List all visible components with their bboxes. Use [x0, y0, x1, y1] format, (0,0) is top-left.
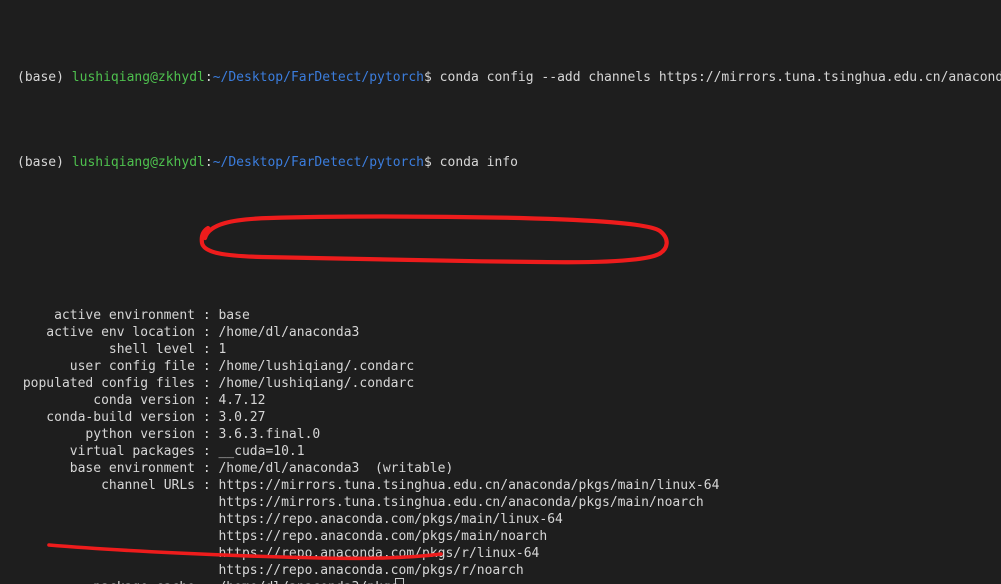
command-text-conda-info: conda info: [432, 155, 518, 170]
conda-info-value: /home/lushiqiang/.condarc: [218, 376, 414, 391]
conda-info-separator: [195, 512, 218, 527]
prompt-dollar: $: [424, 70, 432, 85]
conda-info-separator: :: [195, 478, 218, 493]
conda-info-separator: [195, 495, 218, 510]
command-line-1: (base) lushiqiang@zkhydl:~/Desktop/FarDe…: [17, 69, 1001, 86]
conda-info-separator: :: [195, 342, 218, 357]
conda-info-row: https://repo.anaconda.com/pkgs/main/linu…: [17, 511, 1001, 528]
conda-info-output: active environment : baseactive env loca…: [17, 307, 1001, 584]
conda-info-separator: :: [195, 325, 218, 340]
conda-info-row: https://repo.anaconda.com/pkgs/r/linux-6…: [17, 545, 1001, 562]
conda-info-key: populated config files: [17, 375, 195, 392]
conda-info-separator: :: [195, 444, 218, 459]
command-text-conda-config: conda config --add channels https://mirr…: [432, 70, 1001, 85]
conda-info-separator: :: [195, 427, 218, 442]
command-line-2: (base) lushiqiang@zkhydl:~/Desktop/FarDe…: [17, 154, 1001, 171]
conda-info-value: /home/dl/anaconda3: [218, 325, 359, 340]
conda-info-value: https://mirrors.tuna.tsinghua.edu.cn/ana…: [218, 478, 719, 493]
conda-info-value: https://mirrors.tuna.tsinghua.edu.cn/ana…: [218, 495, 703, 510]
conda-info-separator: :: [195, 461, 218, 476]
prompt-env: (base): [17, 155, 72, 170]
conda-info-row: channel URLs : https://mirrors.tuna.tsin…: [17, 477, 1001, 494]
conda-info-key: conda-build version: [17, 409, 195, 426]
prompt-colon: :: [205, 155, 213, 170]
conda-info-row: active env location : /home/dl/anaconda3: [17, 324, 1001, 341]
conda-info-row: base environment : /home/dl/anaconda3 (w…: [17, 460, 1001, 477]
prompt-user-host: lushiqiang@zkhydl: [72, 155, 205, 170]
block-cursor: [395, 578, 404, 584]
conda-info-separator: :: [195, 359, 218, 374]
prompt-path: ~/Desktop/FarDetect/pytorch: [213, 155, 424, 170]
conda-info-row: https://repo.anaconda.com/pkgs/main/noar…: [17, 528, 1001, 545]
terminal-output: (base) lushiqiang@zkhydl:~/Desktop/FarDe…: [0, 0, 1001, 584]
conda-info-row: https://repo.anaconda.com/pkgs/r/noarch: [17, 562, 1001, 579]
conda-info-value: __cuda=10.1: [218, 444, 304, 459]
conda-info-value: /home/lushiqiang/.condarc: [218, 359, 414, 374]
conda-info-key: channel URLs: [17, 477, 195, 494]
conda-info-key: python version: [17, 426, 195, 443]
conda-info-key: conda version: [17, 392, 195, 409]
conda-info-key: active env location: [17, 324, 195, 341]
conda-info-key: user config file: [17, 358, 195, 375]
terminal-window[interactable]: (base) lushiqiang@zkhydl:~/Desktop/FarDe…: [0, 0, 1001, 584]
conda-info-key: package cache: [17, 579, 195, 584]
conda-info-separator: :: [195, 393, 218, 408]
prompt-path: ~/Desktop/FarDetect/pytorch: [213, 70, 424, 85]
conda-info-value: https://repo.anaconda.com/pkgs/r/linux-6…: [218, 546, 539, 561]
conda-info-row: active environment : base: [17, 307, 1001, 324]
conda-info-separator: :: [195, 580, 218, 584]
conda-info-row: populated config files : /home/lushiqian…: [17, 375, 1001, 392]
prompt-user-host: lushiqiang@zkhydl: [72, 70, 205, 85]
conda-info-row: https://mirrors.tuna.tsinghua.edu.cn/ana…: [17, 494, 1001, 511]
conda-info-value: /home/dl/anaconda3/pkgs: [218, 580, 398, 584]
conda-info-row: user config file : /home/lushiqiang/.con…: [17, 358, 1001, 375]
conda-info-row: conda-build version : 3.0.27: [17, 409, 1001, 426]
conda-info-separator: :: [195, 308, 218, 323]
conda-info-key: active environment: [17, 307, 195, 324]
conda-info-separator: :: [195, 376, 218, 391]
conda-info-value: /home/dl/anaconda3 (writable): [218, 461, 453, 476]
conda-info-key: base environment: [17, 460, 195, 477]
conda-info-value: 3.0.27: [218, 410, 265, 425]
conda-info-separator: [195, 546, 218, 561]
conda-info-row: virtual packages : __cuda=10.1: [17, 443, 1001, 460]
conda-info-value: base: [218, 308, 249, 323]
conda-info-row: conda version : 4.7.12: [17, 392, 1001, 409]
conda-info-value: 3.6.3.final.0: [218, 427, 320, 442]
blank-line: [17, 222, 1001, 239]
conda-info-separator: [195, 529, 218, 544]
conda-info-key: virtual packages: [17, 443, 195, 460]
prompt-env: (base): [17, 70, 72, 85]
conda-info-separator: [195, 563, 218, 578]
conda-info-row: package cache : /home/dl/anaconda3/pkgs: [17, 579, 1001, 584]
conda-info-value: 1: [218, 342, 226, 357]
conda-info-value: https://repo.anaconda.com/pkgs/r/noarch: [218, 563, 523, 578]
conda-info-separator: :: [195, 410, 218, 425]
conda-info-key: shell level: [17, 341, 195, 358]
conda-info-row: shell level : 1: [17, 341, 1001, 358]
prompt-colon: :: [205, 70, 213, 85]
conda-info-value: https://repo.anaconda.com/pkgs/main/noar…: [218, 529, 547, 544]
conda-info-value: 4.7.12: [218, 393, 265, 408]
conda-info-value: https://repo.anaconda.com/pkgs/main/linu…: [218, 512, 562, 527]
prompt-dollar: $: [424, 155, 432, 170]
conda-info-row: python version : 3.6.3.final.0: [17, 426, 1001, 443]
